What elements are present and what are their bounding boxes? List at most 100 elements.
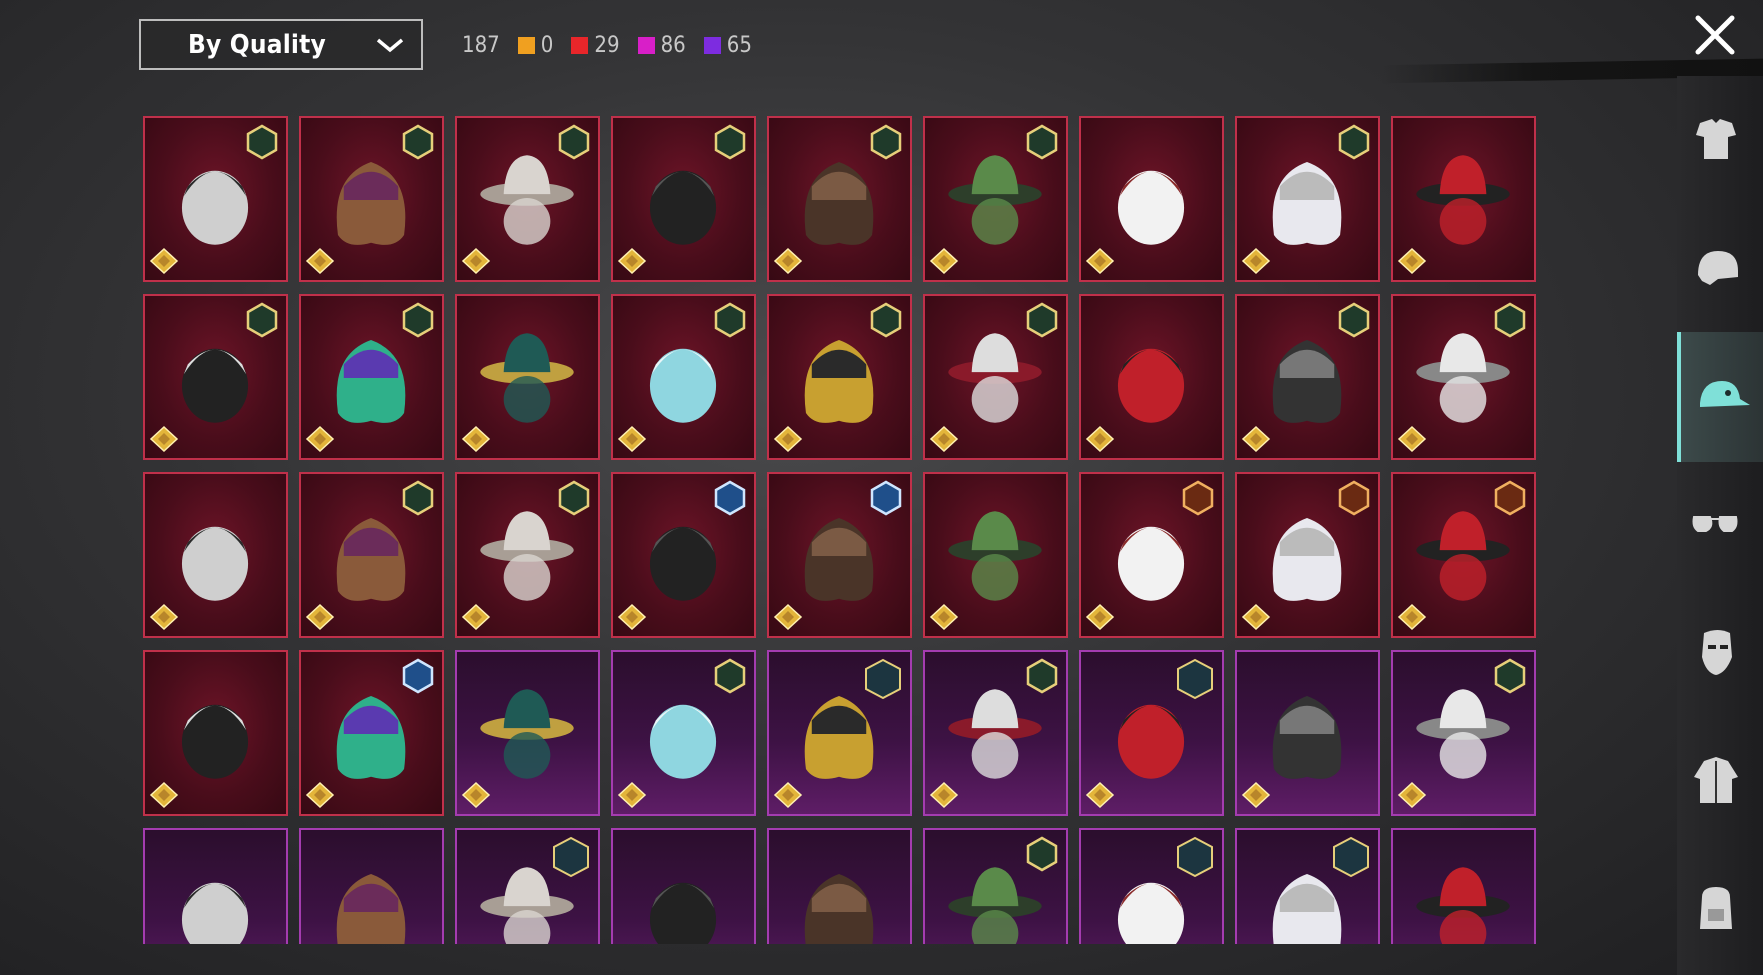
item-tile[interactable] — [299, 472, 444, 638]
item-tile[interactable] — [1235, 650, 1380, 816]
price — [1397, 780, 1431, 810]
item-art-icon — [649, 882, 717, 944]
item-tile[interactable] — [923, 294, 1068, 460]
item-tile[interactable] — [143, 294, 288, 460]
level-badge — [1336, 124, 1372, 160]
sidebar-jacket-tab[interactable] — [1677, 716, 1763, 846]
item-tile[interactable] — [1079, 828, 1224, 944]
item-tile[interactable] — [767, 294, 912, 460]
item-tile[interactable] — [455, 650, 600, 816]
item-tile[interactable] — [923, 650, 1068, 816]
total-count: 187 — [462, 32, 500, 58]
item-tile[interactable] — [923, 472, 1068, 638]
coin-icon — [1241, 247, 1271, 275]
item-tile[interactable] — [611, 472, 756, 638]
price — [461, 602, 495, 632]
item-tile[interactable] — [1235, 828, 1380, 944]
item-tile[interactable] — [455, 472, 600, 638]
coin-icon — [773, 247, 803, 275]
price — [1085, 424, 1119, 454]
coin-icon — [1241, 425, 1271, 453]
item-tile[interactable] — [143, 650, 288, 816]
coin-icon — [149, 603, 179, 631]
item-tile[interactable] — [1079, 294, 1224, 460]
item-tile[interactable] — [611, 116, 756, 282]
level-badge — [1180, 480, 1216, 516]
price — [305, 780, 339, 810]
coin-icon — [1085, 247, 1115, 275]
item-tile[interactable] — [767, 650, 912, 816]
item-tile[interactable] — [1079, 116, 1224, 282]
price — [617, 424, 651, 454]
item-tile[interactable] — [1235, 116, 1380, 282]
sidebar-cap-tab[interactable] — [1677, 332, 1763, 462]
item-tile[interactable] — [1079, 472, 1224, 638]
level-badge — [712, 124, 748, 160]
item-grid — [143, 116, 1537, 944]
price — [1241, 780, 1275, 810]
item-tile[interactable] — [455, 294, 600, 460]
level-badge — [400, 658, 436, 694]
item-tile[interactable] — [455, 116, 600, 282]
coin-icon — [1397, 781, 1427, 809]
coin-icon — [1397, 425, 1427, 453]
price — [149, 246, 183, 276]
level-badge — [400, 302, 436, 338]
coin-icon — [773, 425, 803, 453]
brand-tag — [744, 834, 752, 860]
item-tile[interactable] — [611, 828, 756, 944]
item-tile[interactable] — [455, 828, 600, 944]
coin-icon — [305, 781, 335, 809]
item-tile[interactable] — [299, 116, 444, 282]
item-tile[interactable] — [1079, 650, 1224, 816]
item-tile[interactable] — [1391, 650, 1536, 816]
level-badge — [868, 302, 904, 338]
item-tile[interactable] — [1235, 294, 1380, 460]
level-badge — [1024, 658, 1060, 694]
coin-icon — [773, 781, 803, 809]
level-badge — [1492, 302, 1528, 338]
item-tile[interactable] — [1391, 472, 1536, 638]
item-tile[interactable] — [143, 828, 288, 944]
brand-tag — [276, 834, 284, 860]
level-badge — [556, 480, 592, 516]
item-tile[interactable] — [1391, 828, 1536, 944]
item-tile[interactable] — [767, 116, 912, 282]
item-tile[interactable] — [767, 472, 912, 638]
price — [1241, 246, 1275, 276]
item-tile[interactable] — [923, 116, 1068, 282]
item-tile[interactable] — [611, 294, 756, 460]
item-tile[interactable] — [767, 828, 912, 944]
sort-dropdown[interactable]: By Quality — [139, 19, 423, 70]
price — [617, 246, 651, 276]
close-icon[interactable] — [1690, 10, 1740, 60]
sidebar-outfit-tab[interactable] — [1677, 76, 1763, 206]
price — [461, 246, 495, 276]
item-tile[interactable] — [299, 294, 444, 460]
item-tile[interactable] — [299, 828, 444, 944]
item-tile[interactable] — [143, 116, 288, 282]
item-tile[interactable] — [1391, 116, 1536, 282]
item-tile[interactable] — [299, 650, 444, 816]
coin-icon — [149, 425, 179, 453]
item-tile[interactable] — [923, 828, 1068, 944]
item-art-icon — [181, 882, 249, 944]
item-tile[interactable] — [1391, 294, 1536, 460]
sidebar-helmet-tab[interactable] — [1677, 204, 1763, 334]
coin-icon — [773, 603, 803, 631]
sidebar-backpack-tab[interactable] — [1677, 844, 1763, 974]
magenta-swatch — [637, 36, 655, 54]
coin-icon — [1241, 603, 1271, 631]
level-badge — [400, 124, 436, 160]
coin-icon — [617, 781, 647, 809]
item-tile[interactable] — [1235, 472, 1380, 638]
sidebar-mask-tab[interactable] — [1677, 588, 1763, 718]
coin-icon — [929, 781, 959, 809]
sidebar-glasses-tab[interactable] — [1677, 460, 1763, 590]
coin-icon — [929, 603, 959, 631]
item-tile[interactable] — [611, 650, 756, 816]
level-badge — [1336, 302, 1372, 338]
item-tile[interactable] — [143, 472, 288, 638]
price — [617, 780, 651, 810]
violet-swatch — [703, 36, 721, 54]
